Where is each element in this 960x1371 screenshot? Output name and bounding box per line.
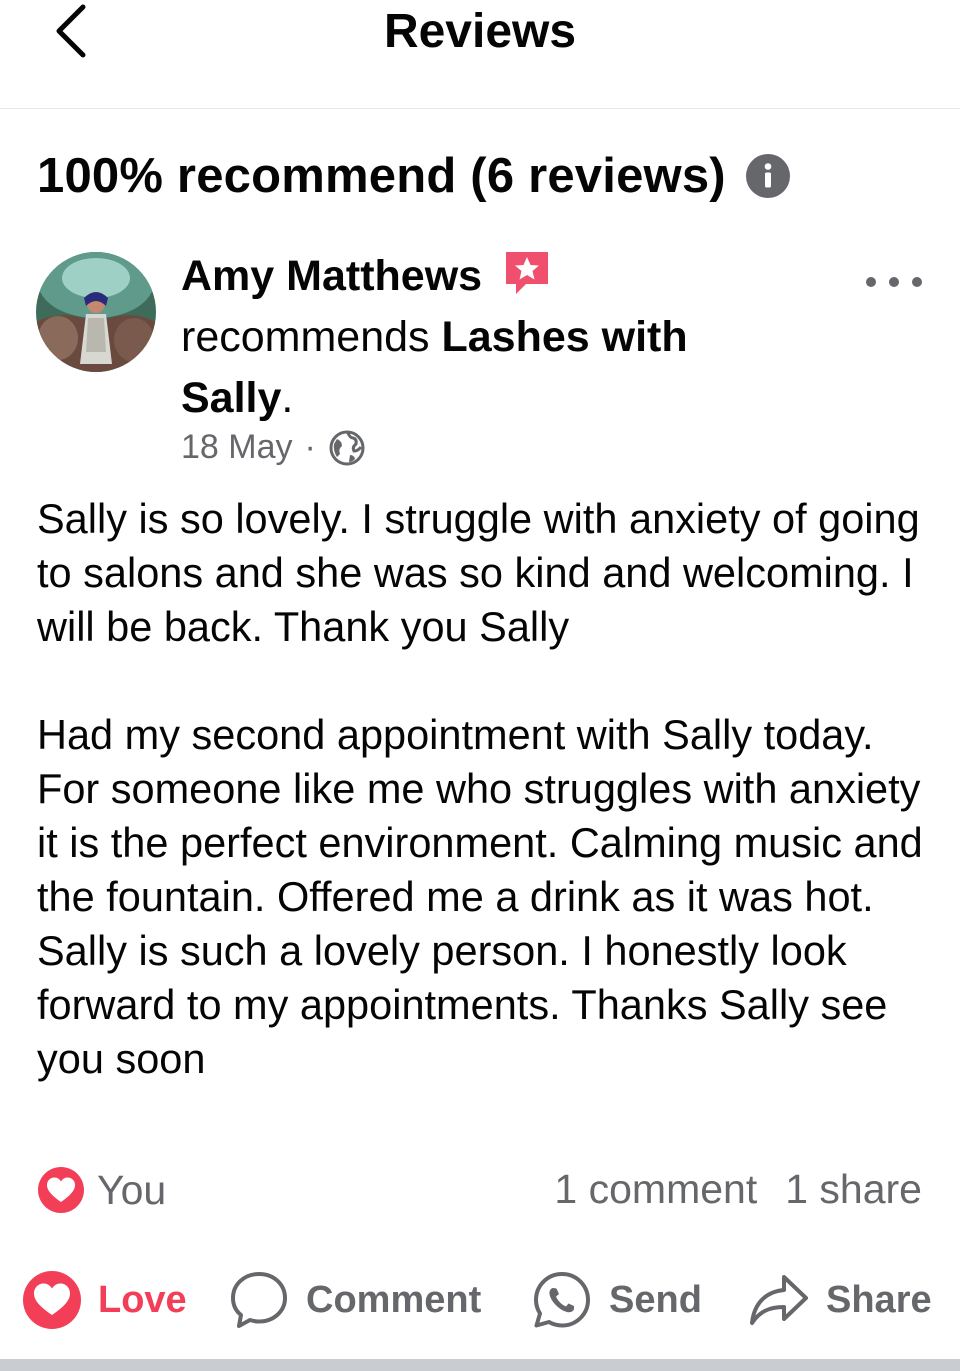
love-reaction-icon bbox=[38, 1167, 84, 1213]
reaction-label: You bbox=[97, 1166, 167, 1213]
comment-count[interactable]: 1 comment bbox=[554, 1166, 757, 1213]
love-button[interactable]: Love bbox=[22, 1264, 187, 1336]
share-count[interactable]: 1 share bbox=[785, 1166, 922, 1213]
reaction-summary[interactable]: You bbox=[37, 1166, 166, 1214]
top-fan-star-badge-icon bbox=[506, 251, 549, 294]
globe-icon bbox=[329, 430, 365, 465]
comment-bubble-icon bbox=[231, 1272, 287, 1328]
review-paragraph: Sally is so lovely. I struggle with anxi… bbox=[37, 495, 920, 650]
meta-separator: · bbox=[304, 428, 316, 466]
heart-icon bbox=[23, 1271, 81, 1329]
share-label: Share bbox=[826, 1278, 932, 1321]
comment-button[interactable]: Comment bbox=[228, 1264, 481, 1336]
recommendation-summary: 100% recommend (6 reviews) bbox=[37, 148, 790, 204]
action-bar: Love Comment Send Share bbox=[0, 1264, 960, 1336]
share-arrow-icon bbox=[750, 1275, 808, 1325]
info-icon[interactable] bbox=[745, 154, 790, 198]
headline-period: . bbox=[281, 374, 294, 422]
author-name[interactable]: Amy Matthews bbox=[181, 252, 482, 300]
post-date[interactable]: 18 May bbox=[181, 428, 293, 467]
page-title: Reviews bbox=[383, 5, 577, 58]
send-label: Send bbox=[609, 1278, 702, 1321]
more-horizontal-icon bbox=[866, 277, 876, 287]
review-body: Sally is so lovely. I struggle with anxi… bbox=[37, 492, 932, 1086]
comment-label: Comment bbox=[306, 1278, 482, 1321]
top-bar: Reviews bbox=[0, 0, 960, 109]
summary-text: 100% recommend (6 reviews) bbox=[37, 149, 726, 203]
recommends-verb: recommends bbox=[181, 313, 430, 361]
more-options-button[interactable] bbox=[866, 264, 922, 300]
author-avatar[interactable] bbox=[36, 252, 156, 372]
send-button[interactable]: Send bbox=[531, 1264, 702, 1336]
post-meta: 18 May · bbox=[181, 428, 366, 467]
love-label: Love bbox=[98, 1278, 187, 1321]
section-divider bbox=[0, 1359, 960, 1371]
whatsapp-icon bbox=[534, 1272, 590, 1328]
review-paragraph: Had my second appointment with Sally tod… bbox=[37, 711, 923, 1082]
review-headline: Amy Matthews recommends Lashes with Sall… bbox=[181, 246, 781, 429]
share-button[interactable]: Share bbox=[748, 1264, 932, 1336]
engagement-counts: 1 comment 1 share bbox=[554, 1166, 922, 1213]
